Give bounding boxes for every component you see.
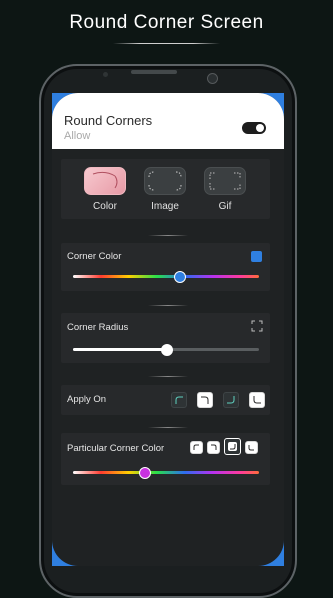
phone-camera [207,73,218,84]
top-left-corner-icon [175,396,183,404]
section-divider [148,427,188,428]
top-right-corner-icon [201,396,209,404]
pc-top-right-button[interactable] [207,441,220,454]
mode-gif[interactable]: Gif [195,167,255,212]
mode-card: Color Image Gif [61,159,270,219]
apply-bottom-left-button[interactable] [249,392,265,408]
mode-image[interactable]: Image [135,167,195,212]
corner-radius-fill [73,348,166,351]
mode-label: Image [151,201,179,212]
corner-radius-label: Corner Radius [67,322,129,333]
apply-top-right-button[interactable] [197,392,213,408]
promo-title: Round Corner Screen [69,12,264,33]
section-divider [148,376,188,377]
corner-radius-knob[interactable] [161,344,173,356]
pc-bottom-left-button[interactable] [245,441,258,454]
corner-color-card: Corner Color [61,243,270,291]
corner-color-knob[interactable] [174,271,187,283]
mode-color[interactable]: Color [75,167,135,212]
apply-on-label: Apply On [67,394,107,405]
top-right-corner-icon [211,444,217,450]
particular-color-slider[interactable] [73,467,259,479]
header-subtitle: Allow [64,130,91,142]
phone-sensor [103,72,108,77]
corner-color-slider[interactable] [73,271,259,283]
corner-radius-slider[interactable] [73,344,259,356]
mode-label: Color [93,201,117,212]
header-title: Round Corners [64,113,153,128]
gif-mode-icon [204,167,246,195]
image-mode-icon [144,167,186,195]
apply-bottom-right-button[interactable] [223,392,239,408]
radius-icon [251,319,263,332]
bottom-right-corner-icon [228,442,237,451]
bottom-left-corner-icon [253,396,261,404]
apply-top-left-button[interactable] [171,392,187,408]
app-header: Round Corners Allow [52,93,284,149]
bottom-right-corner-icon [227,396,235,404]
apply-on-card: Apply On [61,385,270,415]
corner-color-swatch[interactable] [251,251,262,262]
toggle-knob [256,124,264,132]
promo-underline [113,43,220,44]
corner-radius-card: Corner Radius [61,313,270,363]
corner-color-label: Corner Color [67,251,122,262]
allow-toggle[interactable] [242,122,266,134]
particular-corner-card: Particular Corner Color [61,433,270,485]
section-divider [148,235,188,236]
pc-bottom-right-button[interactable] [224,438,241,455]
top-left-corner-icon [193,444,199,450]
section-divider [148,305,188,306]
pc-top-left-button[interactable] [190,441,203,454]
particular-corner-label: Particular Corner Color [67,443,165,454]
phone-speaker [131,70,177,74]
app-screen: Round Corners Allow Color Image Gif Corn… [52,93,284,566]
particular-color-knob[interactable] [138,467,151,479]
mode-label: Gif [218,201,232,212]
bottom-left-corner-icon [248,445,254,451]
color-mode-icon [84,167,126,195]
